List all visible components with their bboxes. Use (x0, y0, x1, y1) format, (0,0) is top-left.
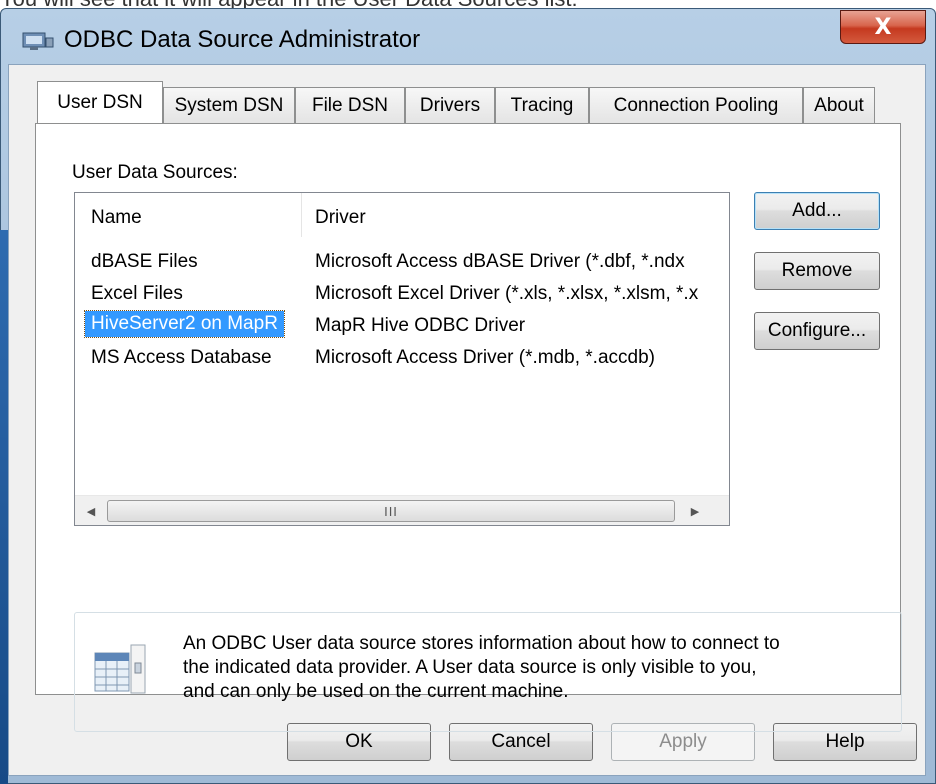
row-name-excel-files[interactable]: Excel Files (91, 283, 183, 305)
close-button[interactable]: X (840, 10, 926, 44)
row-driver-hiveserver2[interactable]: MapR Hive ODBC Driver (315, 315, 729, 337)
data-source-icon (94, 644, 146, 694)
remove-button[interactable]: Remove (754, 252, 880, 290)
scrollbar-thumb[interactable]: III (107, 500, 675, 522)
row-name-hiveserver2-selected[interactable]: HiveServer2 on MapR (84, 310, 285, 338)
row-driver-ms-access-database[interactable]: Microsoft Access Driver (*.mdb, *.accdb) (315, 347, 729, 369)
tab-user-dsn[interactable]: User DSN (37, 81, 163, 123)
tab-about[interactable]: About (803, 87, 875, 123)
data-sources-list[interactable]: Name Driver dBASE Files Microsoft Access… (74, 192, 730, 526)
column-header-name[interactable]: Name (91, 207, 142, 229)
tab-drivers[interactable]: Drivers (405, 87, 495, 123)
tab-tracing[interactable]: Tracing (495, 87, 589, 123)
dialog-client-area: User DSN System DSN File DSN Drivers Tra… (8, 64, 926, 776)
tab-strip: User DSN System DSN File DSN Drivers Tra… (37, 81, 897, 123)
background-accent (0, 230, 8, 784)
user-data-sources-label: User Data Sources: (72, 162, 238, 183)
odbc-app-icon (22, 32, 54, 50)
info-text-line-2: the indicated data provider. A User data… (183, 657, 757, 678)
close-icon: X (874, 14, 892, 40)
scroll-right-icon[interactable]: ▶ (681, 496, 709, 525)
row-driver-dbase-files[interactable]: Microsoft Access dBASE Driver (*.dbf, *.… (315, 251, 729, 273)
info-group: An ODBC User data source stores informat… (74, 612, 902, 732)
info-text-line-1: An ODBC User data source stores informat… (183, 633, 780, 654)
tab-file-dsn[interactable]: File DSN (295, 87, 405, 123)
scrollbar-grip-icon: III (384, 503, 398, 519)
column-header-driver[interactable]: Driver (315, 207, 366, 229)
user-dsn-panel: User Data Sources: Name Driver dBASE Fil… (35, 123, 902, 732)
info-text-line-3: and can only be used on the current mach… (183, 681, 569, 702)
configure-button[interactable]: Configure... (754, 312, 880, 350)
list-header: Name Driver (75, 193, 729, 237)
window-title: ODBC Data Source Administrator (64, 26, 421, 53)
horizontal-scrollbar[interactable]: ◀ III ▶ (75, 495, 729, 525)
row-name-ms-access-database[interactable]: MS Access Database (91, 347, 272, 369)
tab-system-dsn[interactable]: System DSN (163, 87, 295, 123)
row-driver-excel-files[interactable]: Microsoft Excel Driver (*.xls, *.xlsx, *… (315, 283, 729, 305)
column-divider[interactable] (301, 193, 302, 237)
add-button[interactable]: Add... (754, 192, 880, 230)
row-name-dbase-files[interactable]: dBASE Files (91, 251, 198, 273)
tab-connection-pooling[interactable]: Connection Pooling (589, 87, 803, 123)
scroll-left-icon[interactable]: ◀ (77, 496, 105, 525)
